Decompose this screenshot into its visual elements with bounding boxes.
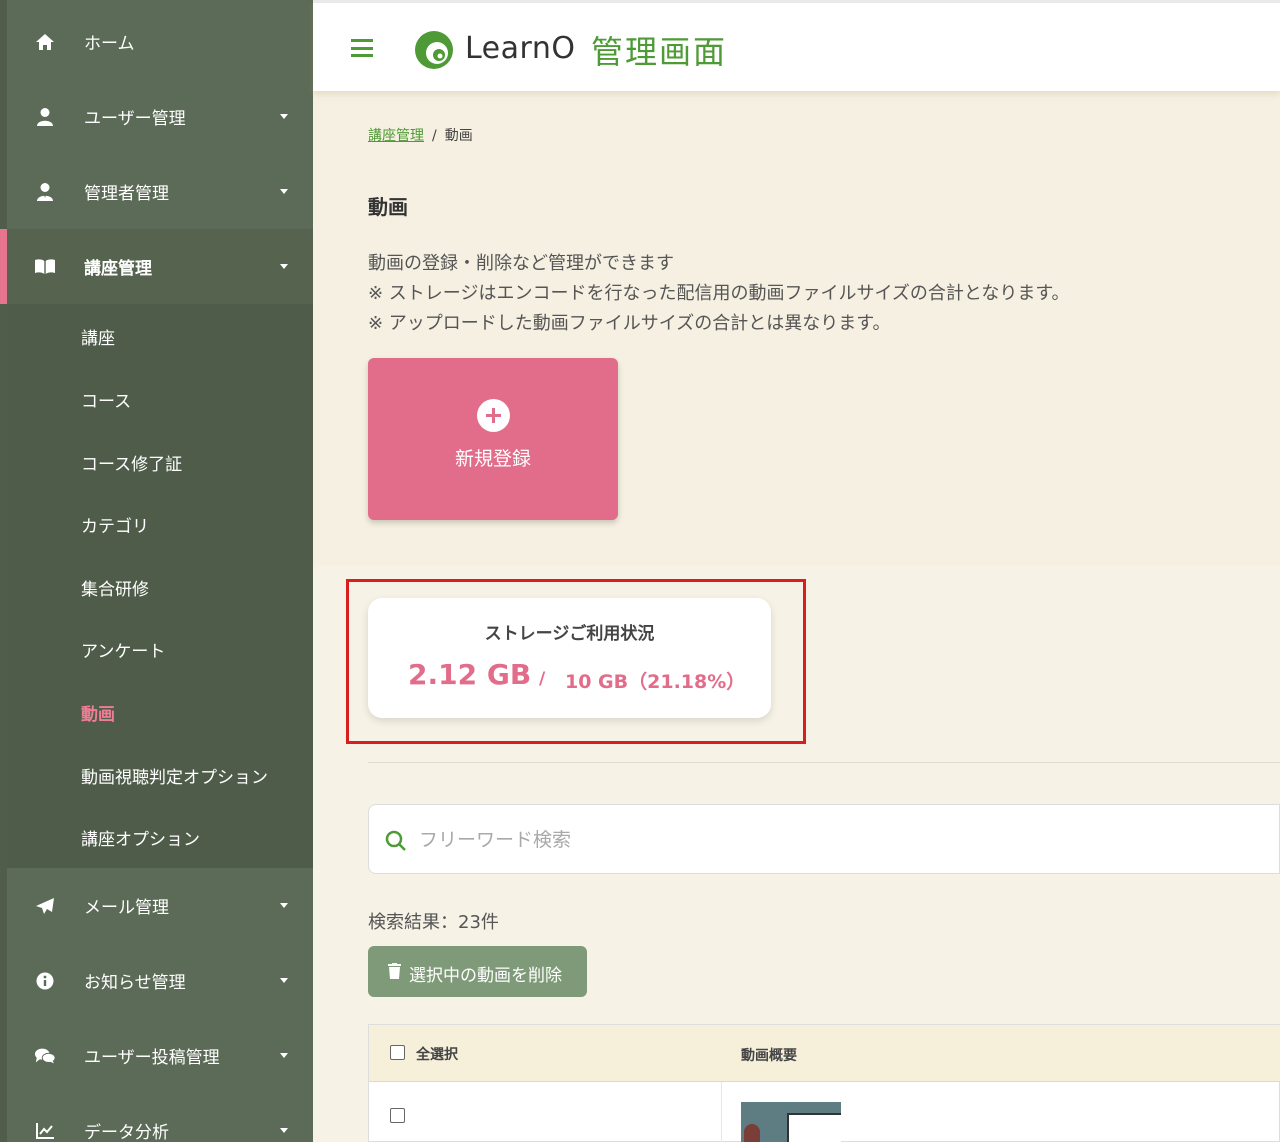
sidebar-item-label: 講座管理	[84, 259, 152, 279]
video-thumbnail[interactable]	[741, 1102, 841, 1142]
submenu-item-certificate[interactable]: コース修了証	[81, 450, 182, 475]
thumbnail-person	[744, 1124, 760, 1142]
sidebar-item-label: ホーム	[84, 34, 135, 54]
sidebar-item-analytics[interactable]: データ分析	[7, 1093, 313, 1142]
chevron-down-icon	[280, 264, 288, 269]
chevron-down-icon	[280, 1128, 288, 1133]
chevron-down-icon	[280, 978, 288, 983]
storage-separator: /	[539, 669, 546, 689]
storage-usage-card: ストレージご利用状況 2.12 GB / 10 GB（21.18%）	[368, 598, 771, 718]
sidebar: ホーム ユーザー管理 管理者管理 講座管理 講座 コース コース修了証 カテゴリ…	[0, 0, 313, 1142]
table-header: 全選択 動画概要	[369, 1025, 1280, 1082]
sidebar-item-label: データ分析	[84, 1123, 169, 1142]
sidebar-item-user-posts[interactable]: ユーザー投稿管理	[7, 1018, 313, 1093]
page-description-line: ※ ストレージはエンコードを行なった配信用の動画ファイルサイズの合計となります。	[368, 283, 1070, 304]
storage-used: 2.12 GB	[408, 658, 532, 691]
trash-icon	[388, 963, 401, 979]
book-icon	[34, 256, 56, 278]
logo-text: LearnO	[465, 31, 576, 66]
plus-circle-icon	[477, 399, 510, 432]
sidebar-item-label: ユーザー管理	[84, 109, 186, 129]
breadcrumb-separator: /	[432, 128, 437, 144]
sidebar-item-label: お知らせ管理	[84, 973, 186, 993]
page-description-line: ※ アップロードした動画ファイルサイズの合計とは異なります。	[368, 313, 891, 334]
paper-plane-icon	[34, 895, 56, 917]
sidebar-item-users[interactable]: ユーザー管理	[7, 79, 313, 154]
sidebar-item-home[interactable]: ホーム	[7, 4, 313, 79]
info-icon	[34, 970, 56, 992]
submenu-item-category[interactable]: カテゴリ	[81, 512, 149, 537]
submenu-item-video[interactable]: 動画	[81, 700, 115, 725]
select-all-checkbox[interactable]	[390, 1045, 405, 1060]
submenu-item-course[interactable]: 講座	[81, 324, 115, 349]
submenu-item-course-option[interactable]: 講座オプション	[81, 825, 200, 850]
delete-selected-label: 選択中の動画を削除	[409, 966, 562, 986]
divider	[368, 762, 1280, 763]
storage-total: 10 GB（21.18%）	[565, 671, 746, 693]
sidebar-item-mail[interactable]: メール管理	[7, 868, 313, 943]
delete-selected-button[interactable]: 選択中の動画を削除	[368, 946, 587, 997]
comments-icon	[34, 1045, 56, 1067]
submenu-item-group-training[interactable]: 集合研修	[81, 575, 149, 600]
new-register-label: 新規登録	[454, 448, 531, 470]
sidebar-item-notices[interactable]: お知らせ管理	[7, 943, 313, 1018]
breadcrumb-current: 動画	[444, 128, 473, 144]
admin-title: 管理画面	[591, 33, 728, 71]
sidebar-item-label: ユーザー投稿管理	[84, 1048, 220, 1068]
breadcrumb-link-courses[interactable]: 講座管理	[368, 128, 424, 144]
thumbnail-slide	[787, 1113, 841, 1142]
chevron-down-icon	[280, 1053, 288, 1058]
chevron-down-icon	[280, 189, 288, 194]
page-title: 動画	[368, 195, 408, 219]
sidebar-item-label: メール管理	[84, 898, 169, 918]
user-icon	[34, 106, 56, 128]
sidebar-item-admins[interactable]: 管理者管理	[7, 154, 313, 229]
select-all-label: 全選択	[416, 1047, 458, 1063]
admin-icon	[34, 181, 56, 203]
summary-column-header: 動画概要	[741, 1048, 797, 1064]
search-box	[368, 804, 1280, 874]
submenu-item-video-option[interactable]: 動画視聴判定オプション	[81, 763, 268, 788]
video-table: 全選択 動画概要	[368, 1024, 1280, 1142]
learno-logo-icon	[415, 31, 453, 69]
search-icon	[385, 830, 406, 851]
courses-submenu: 講座 コース コース修了証 カテゴリ 集合研修 アンケート 動画 動画視聴判定オ…	[7, 304, 313, 868]
home-icon	[34, 31, 56, 53]
page-description-line: 動画の登録・削除など管理ができます	[368, 253, 674, 274]
top-header: LearnO 管理画面	[313, 0, 1280, 91]
row-checkbox[interactable]	[390, 1108, 405, 1123]
chevron-down-icon	[280, 114, 288, 119]
sidebar-item-courses[interactable]: 講座管理	[0, 229, 313, 304]
hamburger-menu-icon[interactable]	[351, 39, 373, 57]
submenu-item-course-set[interactable]: コース	[81, 387, 131, 412]
breadcrumb: 講座管理 / 動画	[368, 125, 473, 145]
chart-icon	[34, 1120, 56, 1142]
result-count: 検索結果：23件	[368, 912, 499, 933]
chevron-down-icon	[280, 903, 288, 908]
sidebar-item-label: 管理者管理	[84, 184, 169, 204]
search-input[interactable]	[419, 823, 1219, 857]
storage-title: ストレージご利用状況	[484, 624, 655, 644]
new-register-button[interactable]: 新規登録	[368, 358, 618, 520]
submenu-item-survey[interactable]: アンケート	[81, 637, 165, 662]
column-divider	[721, 1082, 722, 1142]
